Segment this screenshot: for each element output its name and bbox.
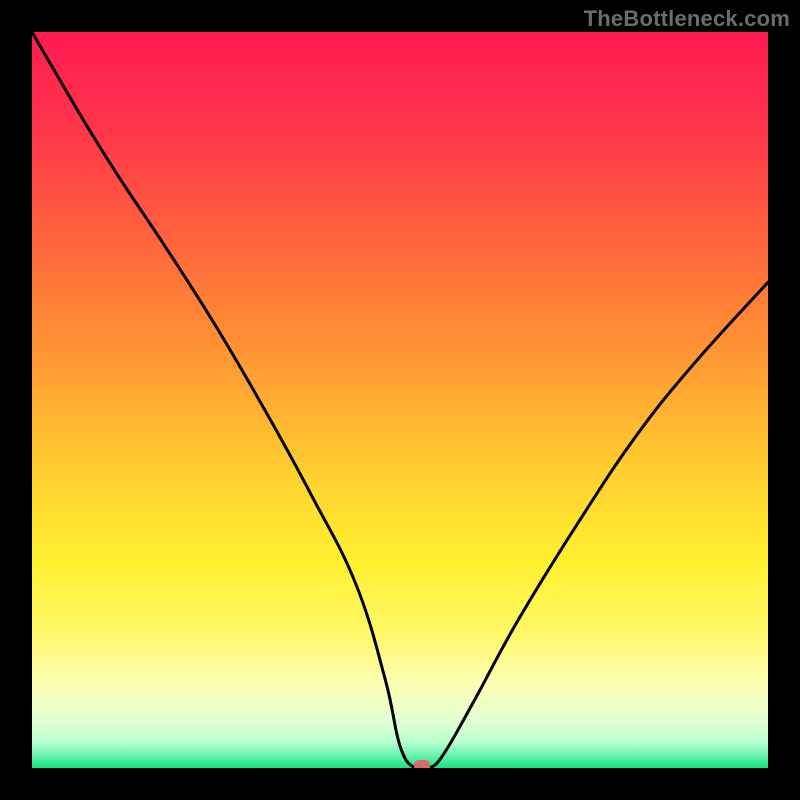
bottleneck-chart	[32, 32, 768, 768]
optimal-marker	[414, 760, 430, 768]
gradient-background	[32, 32, 768, 768]
watermark-text: TheBottleneck.com	[584, 6, 790, 32]
chart-frame: TheBottleneck.com	[0, 0, 800, 800]
plot-area	[32, 32, 768, 768]
